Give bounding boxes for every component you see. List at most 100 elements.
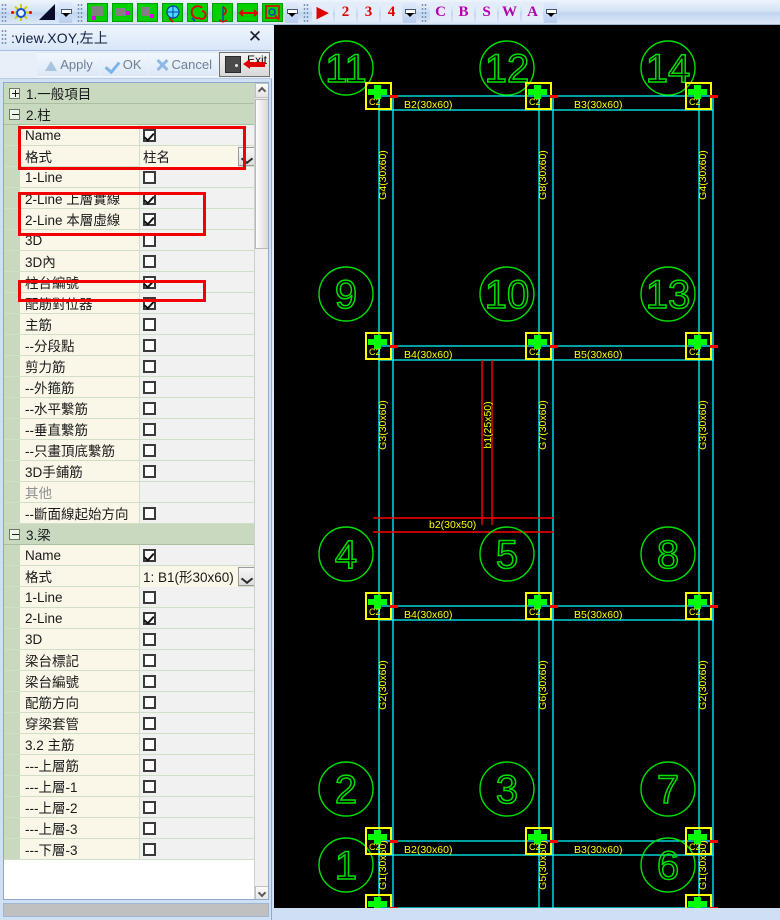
close-icon[interactable]: ✕ — [246, 27, 264, 46]
collapse-icon[interactable] — [9, 108, 20, 120]
apply-button[interactable]: Apply — [37, 52, 99, 77]
gradient-triangle-icon[interactable] — [35, 2, 58, 23]
checkbox-unchecked[interactable] — [143, 401, 156, 415]
combo-value[interactable]: 柱名 — [140, 145, 238, 167]
toolbar-overflow-letters[interactable] — [544, 1, 557, 23]
property-value[interactable] — [140, 608, 256, 628]
property-value[interactable] — [140, 482, 256, 502]
property-row[interactable]: 柱台編號 — [4, 272, 256, 293]
toolbar-overflow-view[interactable] — [59, 1, 72, 23]
checkbox-unchecked[interactable] — [143, 233, 156, 247]
property-value[interactable] — [140, 335, 256, 355]
mirror-icon[interactable] — [236, 2, 259, 23]
combo-value[interactable]: 1: B1(形30x60) — [140, 565, 238, 587]
toolbar-btn-a[interactable]: A — [522, 2, 543, 22]
property-value[interactable] — [140, 230, 256, 250]
property-row[interactable]: 2-Line — [4, 608, 256, 629]
property-value[interactable] — [140, 734, 256, 754]
checkbox-checked[interactable] — [143, 212, 156, 226]
spiral-icon[interactable] — [186, 2, 209, 23]
toolbar-btn-c[interactable]: C — [430, 2, 451, 22]
property-row[interactable]: 2-Line 本層虛線 — [4, 209, 256, 230]
scroll-down-icon[interactable] — [255, 886, 268, 899]
checkbox-unchecked[interactable] — [143, 422, 156, 436]
property-value[interactable] — [140, 440, 256, 460]
property-row[interactable]: 配筋方向 — [4, 692, 256, 713]
property-row[interactable]: 主筋 — [4, 314, 256, 335]
checkbox-unchecked[interactable] — [143, 653, 156, 667]
rotate-icon[interactable] — [211, 2, 234, 23]
toolbar-btn-3[interactable]: 3 — [358, 2, 379, 22]
property-value[interactable] — [140, 650, 256, 670]
shape-fill-icon[interactable] — [86, 2, 109, 23]
checkbox-unchecked[interactable] — [143, 821, 156, 835]
property-row[interactable]: 3.2 主筋 — [4, 734, 256, 755]
property-row[interactable]: --分段點 — [4, 335, 256, 356]
property-row[interactable]: 格式 1: B1(形30x60) — [4, 565, 256, 587]
property-row[interactable]: ---上層筋 — [4, 755, 256, 776]
checkbox-unchecked[interactable] — [143, 737, 156, 751]
checkbox-checked[interactable] — [143, 548, 156, 562]
property-row[interactable]: --斷面線起始方向 — [4, 503, 256, 524]
property-grid-scrollbar[interactable] — [254, 83, 268, 899]
shape-point-icon[interactable] — [136, 2, 159, 23]
toolbar-btn-play[interactable]: ▶ — [312, 2, 333, 22]
toolbar-grip-tools[interactable] — [77, 2, 83, 22]
property-value[interactable] — [140, 776, 256, 796]
checkbox-unchecked[interactable] — [143, 317, 156, 331]
shape-move-icon[interactable] — [111, 2, 134, 23]
property-row[interactable]: 3D內 — [4, 251, 256, 272]
panel-grip[interactable] — [1, 29, 7, 46]
checkbox-unchecked[interactable] — [143, 590, 156, 604]
toolbar-btn-s[interactable]: S — [476, 2, 497, 22]
property-group-g2[interactable]: 2.柱 — [4, 104, 256, 125]
checkbox-unchecked[interactable] — [143, 506, 156, 520]
property-row[interactable]: ---下層-3 — [4, 839, 256, 860]
property-value[interactable] — [140, 671, 256, 691]
checkbox-checked[interactable] — [143, 191, 156, 205]
property-row[interactable]: Name — [4, 545, 256, 566]
property-row[interactable]: 梁台編號 — [4, 671, 256, 692]
checkbox-checked[interactable] — [143, 128, 156, 142]
property-row[interactable]: --外箍筋 — [4, 377, 256, 398]
property-row[interactable]: 2-Line 上層實線 — [4, 188, 256, 209]
property-row[interactable]: 3D — [4, 230, 256, 251]
checkbox-unchecked[interactable] — [143, 359, 156, 373]
checkbox-unchecked[interactable] — [143, 170, 156, 184]
toolbar-grip-numbers[interactable] — [303, 2, 309, 22]
property-value[interactable]: 1: B1(形30x60) — [140, 565, 256, 587]
checkbox-checked[interactable] — [143, 275, 156, 289]
checkbox-unchecked[interactable] — [143, 380, 156, 394]
property-value[interactable] — [140, 461, 256, 481]
property-row[interactable]: ---上層-1 — [4, 776, 256, 797]
toolbar-overflow-numbers[interactable] — [403, 1, 416, 23]
property-group-g3[interactable]: 3.梁 — [4, 524, 256, 545]
property-row[interactable]: 3D手鋪筋 — [4, 461, 256, 482]
property-row[interactable]: --水平繫筋 — [4, 398, 256, 419]
collapse-icon[interactable] — [9, 528, 20, 540]
chevron-down-icon[interactable] — [238, 146, 255, 166]
checkbox-unchecked[interactable] — [143, 716, 156, 730]
zoom-window-icon[interactable] — [261, 2, 284, 23]
property-value[interactable] — [140, 377, 256, 397]
property-row[interactable]: ---上層-2 — [4, 797, 256, 818]
property-row[interactable]: 1-Line — [4, 587, 256, 608]
chevron-down-icon[interactable] — [238, 566, 255, 586]
scroll-up-icon[interactable] — [255, 83, 268, 98]
property-group-g1[interactable]: 1.一般項目 — [4, 83, 256, 104]
toolbar-btn-4[interactable]: 4 — [381, 2, 402, 22]
checkbox-unchecked[interactable] — [143, 674, 156, 688]
property-value[interactable] — [140, 818, 256, 838]
property-row[interactable]: 3D — [4, 629, 256, 650]
property-value[interactable] — [140, 755, 256, 775]
property-value[interactable] — [140, 272, 256, 292]
property-value[interactable] — [140, 692, 256, 712]
property-value[interactable] — [140, 314, 256, 334]
property-row[interactable]: ---上層-3 — [4, 818, 256, 839]
expand-icon[interactable] — [9, 87, 20, 99]
property-row[interactable]: 梁台標記 — [4, 650, 256, 671]
checkbox-unchecked[interactable] — [143, 443, 156, 457]
property-value[interactable] — [140, 356, 256, 376]
checkbox-unchecked[interactable] — [143, 632, 156, 646]
toolbar-grip[interactable] — [1, 2, 7, 22]
